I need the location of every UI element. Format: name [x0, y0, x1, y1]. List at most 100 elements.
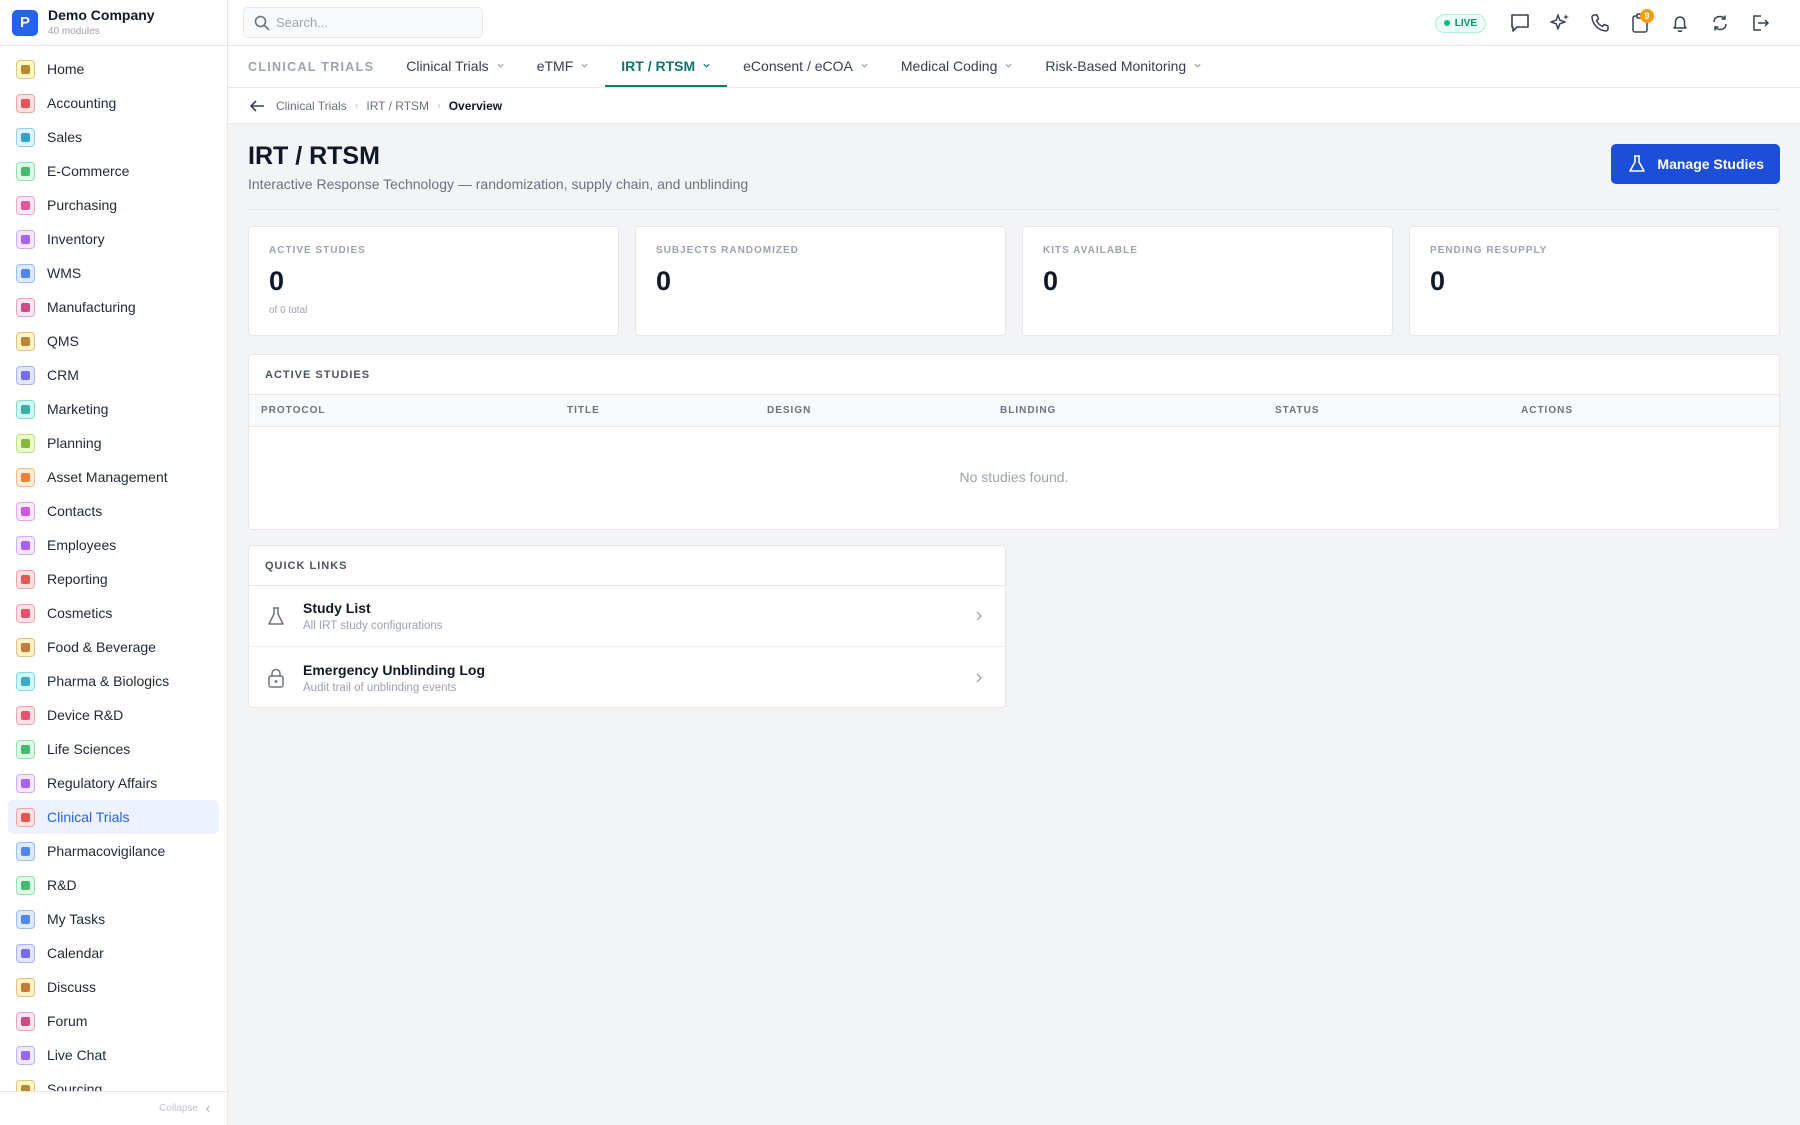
sidebar-item-discuss[interactable]: Discuss [8, 970, 219, 1004]
search-icon [254, 15, 270, 31]
sidebar-item-label: Marketing [47, 401, 109, 417]
tab-risk-based-monitoring[interactable]: Risk-Based Monitoring [1029, 46, 1218, 87]
sidebar-item-label: Food & Beverage [47, 639, 156, 655]
quick-link-text: Emergency Unblinding Log Audit trail of u… [303, 662, 973, 694]
icon-glyph [21, 1050, 30, 1060]
collapse-button[interactable]: Collapse [0, 1091, 227, 1125]
live-status-badge: LIVE [1434, 13, 1486, 33]
table-header: PROTOCOL TITLE DESIGN BLINDING STATUS ACTIONS [249, 395, 1779, 427]
sidebar-item-inventory[interactable]: Inventory [8, 222, 219, 256]
sidebar-item-label: Forum [47, 1013, 88, 1029]
icon-glyph [21, 200, 30, 210]
quick-link-emergency-unblinding-log[interactable]: Emergency Unblinding Log Audit trail of u… [249, 647, 1005, 708]
search-input[interactable] [276, 15, 456, 30]
tab-etmf[interactable]: eTMF [521, 46, 606, 87]
sidebar-item-asset-management[interactable]: Asset Management [8, 460, 219, 494]
sidebar-item-device-r-d[interactable]: Device R&D [8, 698, 219, 732]
back-arrow-icon[interactable] [248, 97, 266, 115]
icon-glyph [21, 948, 30, 958]
chevron-down-icon [581, 63, 588, 68]
tab-medical-coding[interactable]: Medical Coding [885, 46, 1030, 87]
store-icon [16, 161, 35, 181]
breadcrumb-clinical-trials[interactable]: Clinical Trials [276, 99, 347, 113]
sales-icon [16, 127, 35, 147]
icon-glyph [21, 574, 30, 584]
sidebar-item-qms[interactable]: QMS [8, 324, 219, 358]
tab-clinical-trials[interactable]: Clinical Trials [390, 46, 520, 87]
sidebar-item-planning[interactable]: Planning [8, 426, 219, 460]
sidebar-item-wms[interactable]: WMS [8, 256, 219, 290]
phone-button[interactable] [1580, 3, 1620, 43]
sidebar-item-purchasing[interactable]: Purchasing [8, 188, 219, 222]
icon-glyph [21, 234, 30, 244]
sidebar-item-label: Device R&D [47, 707, 124, 723]
calendar-icon [16, 943, 35, 963]
factory-icon [16, 297, 35, 317]
icon-glyph [21, 132, 30, 142]
sidebar-item-my-tasks[interactable]: My Tasks [8, 902, 219, 936]
sidebar-item-sales[interactable]: Sales [8, 120, 219, 154]
users-icon [16, 365, 35, 385]
quick-link-study-list[interactable]: Study List All IRT study configurations [249, 586, 1005, 647]
sidebar-item-food-beverage[interactable]: Food & Beverage [8, 630, 219, 664]
icon-glyph [21, 1016, 30, 1026]
column-header-title: TITLE [567, 405, 600, 416]
checklist-icon [16, 909, 35, 929]
sidebar-item-manufacturing[interactable]: Manufacturing [8, 290, 219, 324]
chevron-down-icon [703, 63, 710, 68]
chevron-right-icon [976, 673, 982, 682]
clipboard-icon [16, 807, 35, 827]
sidebar-item-live-chat[interactable]: Live Chat [8, 1038, 219, 1072]
sidebar-item-label: Manufacturing [47, 299, 136, 315]
chevron-down-icon [1005, 63, 1012, 68]
search-box[interactable] [243, 7, 483, 38]
activity-button[interactable]: 9 [1620, 3, 1660, 43]
module-tabs: CLINICAL TRIALS Clinical Trials eTMF IRT /… [228, 46, 1800, 88]
sidebar-item-employees[interactable]: Employees [8, 528, 219, 562]
icon-glyph [21, 98, 30, 108]
logout-button[interactable] [1740, 3, 1780, 43]
tab-irt-rtsm[interactable]: IRT / RTSM [605, 46, 728, 87]
tab-econsent-ecoa[interactable]: eConsent / eCOA [727, 46, 885, 87]
notifications-button[interactable] [1660, 3, 1700, 43]
check-circle-icon [16, 331, 35, 351]
sidebar-item-r-d[interactable]: R&D [8, 868, 219, 902]
ai-assistant-button[interactable] [1540, 3, 1580, 43]
sidebar-item-calendar[interactable]: Calendar [8, 936, 219, 970]
calendar-grid-icon [16, 433, 35, 453]
column-header-status: STATUS [1275, 405, 1320, 416]
sidebar-item-crm[interactable]: CRM [8, 358, 219, 392]
quick-links-title: QUICK LINKS [249, 546, 1005, 586]
sidebar-item-pharmacovigilance[interactable]: Pharmacovigilance [8, 834, 219, 868]
sidebar-item-label: Inventory [47, 231, 105, 247]
breadcrumb-overview: Overview [448, 98, 503, 113]
sidebar-item-cosmetics[interactable]: Cosmetics [8, 596, 219, 630]
sidebar-item-reporting[interactable]: Reporting [8, 562, 219, 596]
sidebar-item-accounting[interactable]: Accounting [8, 86, 219, 120]
sidebar-item-regulatory-affairs[interactable]: Regulatory Affairs [8, 766, 219, 800]
sidebar-item-label: E-Commerce [47, 163, 130, 179]
sidebar-item-home[interactable]: Home [8, 52, 219, 86]
company-switcher[interactable]: P Demo Company 40 modules [0, 0, 227, 46]
column-header-design: DESIGN [767, 405, 812, 416]
breadcrumb-irt-rtsm[interactable]: IRT / RTSM [366, 99, 429, 113]
sidebar-item-pharma-biologics[interactable]: Pharma & Biologics [8, 664, 219, 698]
sidebar-item-marketing[interactable]: Marketing [8, 392, 219, 426]
utensils-icon [16, 637, 35, 657]
sidebar-item-contacts[interactable]: Contacts [8, 494, 219, 528]
sidebar-item-label: Sourcing [47, 1081, 103, 1091]
messages-button[interactable] [1500, 3, 1540, 43]
icon-glyph [21, 540, 30, 550]
sync-button[interactable] [1700, 3, 1740, 43]
page-title: IRT / RTSM [248, 142, 380, 170]
forum-icon [16, 1011, 35, 1031]
tab-label: eConsent / eCOA [743, 57, 853, 74]
sidebar-item-sourcing[interactable]: Sourcing [8, 1072, 219, 1091]
sidebar-item-clinical-trials[interactable]: Clinical Trials [8, 800, 219, 834]
sidebar-item-forum[interactable]: Forum [8, 1004, 219, 1038]
sidebar-item-life-sciences[interactable]: Life Sciences [8, 732, 219, 766]
sidebar-item-e-commerce[interactable]: E-Commerce [8, 154, 219, 188]
gavel-icon [16, 773, 35, 793]
manage-studies-button[interactable]: Manage Studies [1611, 144, 1780, 184]
lotus-icon [16, 603, 35, 623]
